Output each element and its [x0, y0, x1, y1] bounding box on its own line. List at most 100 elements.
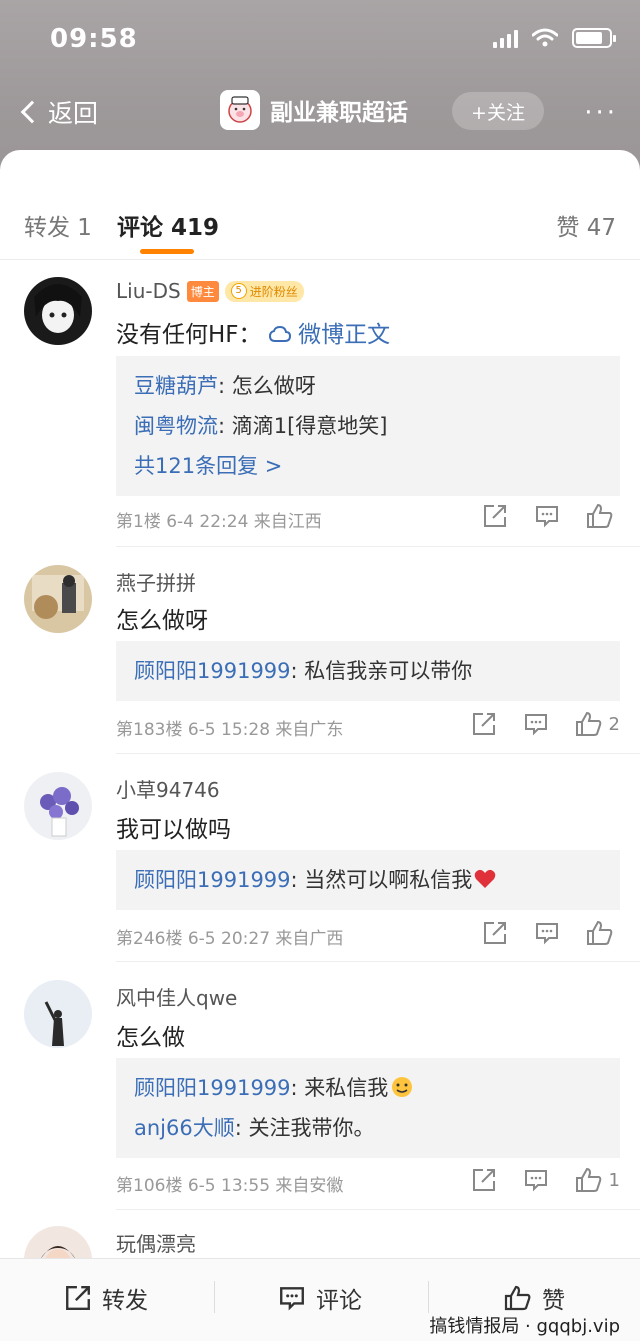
comment-icon: [524, 714, 547, 736]
cellular-signal-icon: [493, 28, 518, 48]
battery-icon: [572, 28, 616, 48]
comment-username-row: Liu-DS 博主 5 进阶粉丝: [116, 279, 304, 303]
reply-button[interactable]: [534, 920, 560, 946]
wifi-icon: [532, 28, 558, 47]
comment-actions: 1: [471, 1167, 620, 1193]
divider: [428, 1281, 429, 1313]
share-button[interactable]: [482, 920, 508, 946]
share-button[interactable]: [471, 711, 497, 737]
thumbs-up-icon: [575, 711, 601, 736]
comment-icon: [280, 1287, 304, 1311]
thumbs-up-icon: [504, 1285, 531, 1311]
tab-likes[interactable]: 赞 47: [556, 208, 616, 242]
comment-actions: [482, 503, 620, 529]
comment-username-row: 小草94746: [116, 774, 220, 803]
sheet-top: [0, 150, 640, 190]
heart-icon: [474, 869, 496, 888]
comment-icon: [524, 1170, 547, 1192]
page-title[interactable]: 副业兼职超话: [220, 90, 408, 130]
thumbs-up-icon: [587, 920, 613, 945]
reply-item: anj66大顺: 关注我带你。: [134, 1108, 602, 1148]
comment-item: Liu-DS 博主 5 进阶粉丝 没有任何HF： 微博正文 豆糖葫芦: 怎么做呀…: [0, 261, 640, 547]
reply-button[interactable]: [523, 711, 549, 737]
share-icon: [66, 1286, 90, 1310]
reply-box[interactable]: 顾阳阳1991999: 私信我亲可以带你: [116, 641, 620, 701]
back-label: 返回: [48, 99, 99, 128]
like-button[interactable]: 1: [575, 1167, 620, 1193]
fan-level-text: 进阶粉丝: [249, 284, 298, 299]
more-replies-link[interactable]: 共121条回复 >: [134, 446, 602, 486]
flower-avatar-icon: [24, 772, 92, 840]
reply-item: 豆糖葫芦: 怎么做呀: [134, 366, 602, 406]
thumbs-up-icon: [575, 1167, 601, 1192]
comment-username-row: 风中佳人qwe: [116, 982, 237, 1011]
share-icon: [484, 505, 506, 527]
comment-text: 没有任何HF： 微博正文: [116, 315, 390, 349]
reply-box[interactable]: 豆糖葫芦: 怎么做呀 闽粤物流: 滴滴1[得意地笑] 共121条回复 >: [116, 356, 620, 496]
like-label: 赞: [542, 1288, 565, 1314]
avatar[interactable]: [24, 980, 92, 1048]
emoji-icon: [392, 1077, 413, 1097]
comment-actions: 2: [471, 711, 620, 737]
tab-comments[interactable]: 评论 419: [117, 208, 219, 242]
active-tab-indicator: [140, 249, 194, 254]
comment-icon: [536, 923, 558, 945]
username[interactable]: 风中佳人qwe: [116, 982, 237, 1011]
comment-username-row: 玩偶漂亮: [116, 1228, 196, 1257]
share-button[interactable]: [482, 503, 508, 529]
reply-button[interactable]: [534, 503, 560, 529]
reply-username[interactable]: anj66大顺: [134, 1116, 235, 1140]
reply-username[interactable]: 闽粤物流: [134, 414, 218, 438]
like-button[interactable]: [586, 920, 620, 946]
reply-username[interactable]: 顾阳阳1991999: [134, 868, 291, 892]
avatar[interactable]: [24, 1226, 92, 1258]
avatar[interactable]: [24, 772, 92, 840]
cartoon-pig-icon: [228, 96, 252, 123]
username[interactable]: 小草94746: [116, 774, 220, 803]
portrait-avatar-icon: [24, 1226, 92, 1258]
more-options-icon[interactable]: ···: [584, 98, 618, 128]
comment-meta: 第246楼 6-5 20:27 来自广西: [116, 929, 344, 949]
reply-item: 闽粤物流: 滴滴1[得意地笑]: [134, 406, 602, 446]
like-bottom-button[interactable]: 赞: [504, 1281, 565, 1315]
comment-icon: [536, 506, 558, 528]
reply-username[interactable]: 顾阳阳1991999: [134, 659, 291, 683]
comment-button[interactable]: 评论: [278, 1281, 362, 1315]
username[interactable]: 玩偶漂亮: [116, 1228, 196, 1257]
avatar[interactable]: [24, 565, 92, 633]
avatar[interactable]: [24, 277, 92, 345]
page-title-text: 副业兼职超话: [270, 100, 408, 126]
fan-level-badge: 5 进阶粉丝: [224, 280, 304, 302]
reply-username[interactable]: 豆糖葫芦: [134, 374, 218, 398]
thumbs-up-icon: [587, 503, 613, 528]
comment-tabs: 转发 1 评论 419 赞 47: [0, 186, 640, 260]
reply-username[interactable]: 顾阳阳1991999: [134, 1076, 291, 1100]
repost-label: 转发: [102, 1288, 148, 1314]
username[interactable]: Liu-DS: [116, 279, 181, 303]
weibo-post-link[interactable]: 微博正文: [268, 322, 390, 348]
status-icons: [493, 28, 616, 48]
share-icon: [472, 713, 495, 735]
like-button[interactable]: 2: [575, 711, 620, 737]
repost-button[interactable]: 转发: [64, 1281, 148, 1315]
reply-box[interactable]: 顾阳阳1991999: 来私信我 anj66大顺: 关注我带你。: [116, 1058, 620, 1158]
comment-text: 我可以做吗: [116, 817, 231, 843]
share-button[interactable]: [471, 1167, 497, 1193]
chevron-left-icon: [20, 100, 44, 124]
divider: [214, 1281, 215, 1313]
reply-box[interactable]: 顾阳阳1991999: 当然可以啊私信我: [116, 850, 620, 910]
reply-item: 顾阳阳1991999: 来私信我: [134, 1068, 602, 1108]
status-time: 09:58: [50, 24, 138, 54]
back-button[interactable]: 返回: [18, 94, 98, 130]
comment-text-body: 没有任何HF：: [116, 322, 262, 348]
reply-item: 顾阳阳1991999: 当然可以啊私信我: [134, 860, 602, 900]
tab-repost[interactable]: 转发 1: [24, 208, 92, 242]
like-button[interactable]: [586, 503, 620, 529]
follow-button[interactable]: +关注: [452, 92, 544, 130]
share-icon: [472, 1169, 495, 1191]
username[interactable]: 燕子拼拼: [116, 567, 196, 596]
reply-button[interactable]: [523, 1167, 549, 1193]
reply-text: : 私信我亲可以带你: [290, 659, 473, 683]
reply-text: : 当然可以啊私信我: [290, 868, 473, 892]
comment-item: 玩偶漂亮: [0, 1210, 640, 1258]
